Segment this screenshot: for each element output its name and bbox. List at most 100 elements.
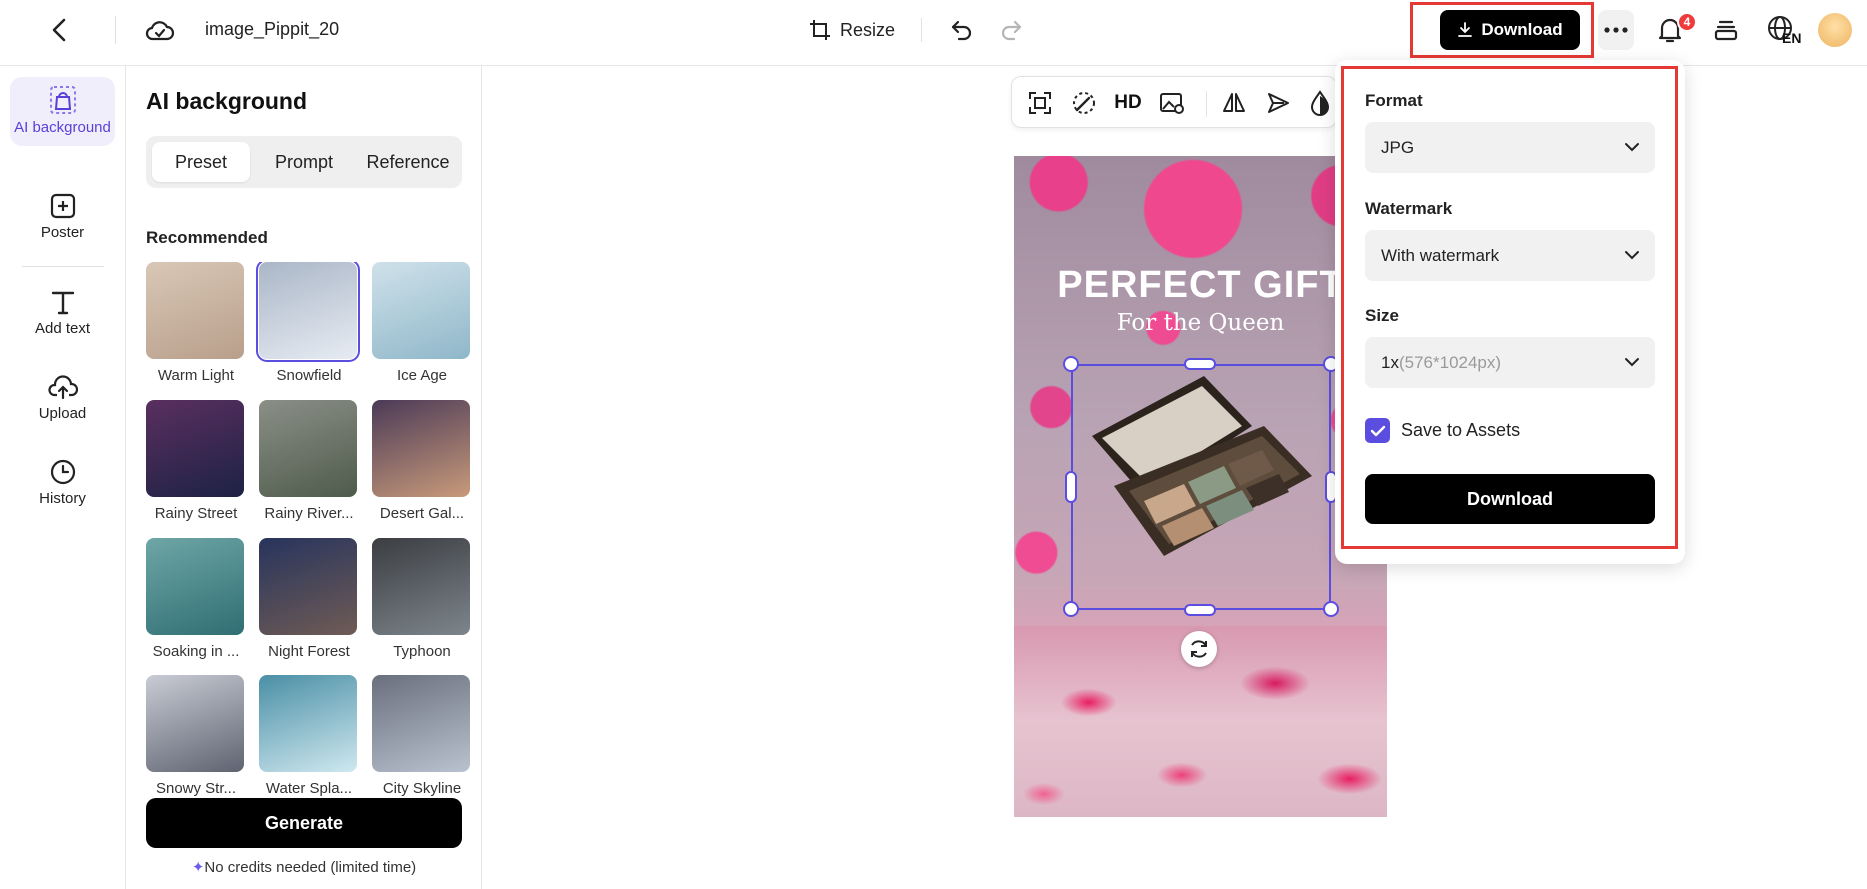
preset-item[interactable]: Snowy Str... (146, 675, 246, 797)
top-bar: image_Pippit_20 Resize Download 4 EN (0, 0, 1867, 66)
format-value: JPG (1381, 137, 1415, 157)
sparkle-icon: ✦ (191, 859, 205, 876)
chevron-down-icon (1625, 251, 1639, 260)
mode-tabs: Preset Prompt Reference (146, 136, 462, 188)
resize-icon (810, 20, 830, 40)
image-toolbar: HD (1011, 76, 1337, 128)
preset-thumbnail[interactable] (372, 262, 470, 359)
magic-edit-icon[interactable] (1066, 85, 1102, 121)
notification-badge: 4 (1677, 12, 1697, 32)
rotate-icon[interactable] (1181, 631, 1217, 667)
preset-item[interactable]: Water Spla... (259, 675, 359, 797)
rail-item-poster[interactable]: Poster (10, 192, 115, 241)
divider (921, 18, 922, 42)
send-icon[interactable] (1260, 85, 1296, 121)
watermark-value: With watermark (1381, 245, 1500, 265)
opacity-icon[interactable] (1302, 85, 1338, 121)
avatar[interactable] (1818, 13, 1852, 47)
preset-item[interactable]: Ice Age (372, 262, 472, 384)
text-icon (51, 291, 74, 315)
layers-icon[interactable] (1706, 12, 1746, 48)
section-title: Recommended (146, 228, 268, 247)
rail-item-add-text[interactable]: Add text (10, 288, 115, 337)
poster-icon (50, 193, 75, 219)
preset-label: Night Forest (268, 643, 350, 660)
resize-handle[interactable] (1184, 604, 1216, 616)
preset-thumbnail[interactable] (259, 400, 357, 497)
flip-icon[interactable] (1216, 85, 1252, 121)
undo-icon[interactable] (945, 13, 979, 47)
tab-preset[interactable]: Preset (152, 142, 250, 182)
resize-button[interactable]: Resize (808, 14, 895, 46)
resize-handle[interactable] (1063, 356, 1079, 372)
preset-label: Typhoon (393, 643, 451, 660)
preset-item[interactable]: Rainy River... (259, 400, 359, 522)
rail-item-history[interactable]: History (10, 458, 115, 507)
preset-thumbnail[interactable] (146, 538, 244, 635)
cutout-icon[interactable] (1022, 85, 1058, 121)
file-name[interactable]: image_Pippit_20 (205, 19, 339, 40)
preset-label: Snowfield (276, 367, 342, 384)
poster-subtitle[interactable]: For the Queen (1014, 310, 1387, 336)
download-button[interactable]: Download (1440, 10, 1580, 50)
format-select[interactable]: JPG (1365, 122, 1655, 173)
selection-box[interactable] (1071, 364, 1331, 610)
divider (22, 266, 104, 267)
preset-thumbnail[interactable] (146, 400, 244, 497)
language-label: EN (1782, 30, 1802, 46)
preset-item[interactable]: Typhoon (372, 538, 472, 660)
watermark-label: Watermark (1365, 199, 1453, 218)
preset-label: Rainy River... (264, 505, 354, 522)
ai-background-icon (49, 86, 76, 114)
watermark-select[interactable]: With watermark (1365, 230, 1655, 281)
rail-item-ai-background[interactable]: AI background (10, 77, 115, 146)
replace-image-icon[interactable] (1154, 85, 1190, 121)
preset-thumbnail[interactable] (372, 675, 470, 772)
upload-icon (47, 375, 78, 400)
poster-title[interactable]: PERFECT GIFT (1014, 264, 1387, 307)
popup-download-button[interactable]: Download (1365, 474, 1655, 524)
download-label: Download (1481, 20, 1563, 39)
preset-item[interactable]: Snowfield (256, 262, 360, 384)
tab-prompt[interactable]: Prompt (256, 142, 352, 182)
resize-handle[interactable] (1323, 601, 1339, 617)
preset-item[interactable]: Night Forest (259, 538, 359, 660)
divider (1206, 91, 1207, 117)
history-icon (50, 459, 75, 485)
more-icon[interactable] (1598, 10, 1634, 50)
resize-handle[interactable] (1063, 601, 1079, 617)
preset-thumbnail[interactable] (259, 538, 357, 635)
preset-item[interactable]: City Skyline (372, 675, 472, 797)
back-icon[interactable] (44, 12, 76, 48)
download-icon (1458, 22, 1473, 37)
preset-thumbnail[interactable] (146, 675, 244, 772)
left-rail: AI background Poster Add text Upload His… (0, 66, 126, 889)
preset-item[interactable]: Soaking in ... (146, 538, 246, 660)
size-label: Size (1365, 306, 1400, 325)
size-select[interactable]: 1x (576*1024px) (1365, 337, 1655, 388)
preset-item[interactable]: Warm Light (146, 262, 246, 384)
resize-handle[interactable] (1184, 358, 1216, 370)
credits-note-text: No credits needed (limited time) (204, 859, 417, 876)
save-to-assets-checkbox[interactable] (1365, 418, 1390, 443)
resize-handle[interactable] (1065, 471, 1077, 503)
cloud-sync-icon[interactable] (142, 12, 178, 48)
generate-button[interactable]: Generate (146, 798, 462, 848)
preset-thumbnail[interactable] (256, 262, 360, 362)
tab-reference[interactable]: Reference (358, 142, 458, 182)
preset-thumbnail[interactable] (146, 262, 244, 359)
size-detail: (576*1024px) (1398, 352, 1502, 372)
panel-title: AI background (146, 88, 308, 114)
preset-label: Soaking in ... (152, 643, 240, 660)
ai-background-panel: AI background Preset Prompt Reference Re… (126, 66, 482, 889)
preset-item[interactable]: Desert Gal... (372, 400, 472, 522)
preset-thumbnail[interactable] (372, 400, 470, 497)
hd-icon[interactable]: HD (1110, 85, 1146, 121)
save-to-assets-label[interactable]: Save to Assets (1401, 420, 1520, 441)
preset-thumbnail[interactable] (259, 675, 357, 772)
preset-item[interactable]: Rainy Street (146, 400, 246, 522)
rail-item-upload[interactable]: Upload (10, 373, 115, 422)
rail-item-label: AI background (14, 119, 111, 136)
redo-icon[interactable] (994, 13, 1028, 47)
preset-thumbnail[interactable] (372, 538, 470, 635)
